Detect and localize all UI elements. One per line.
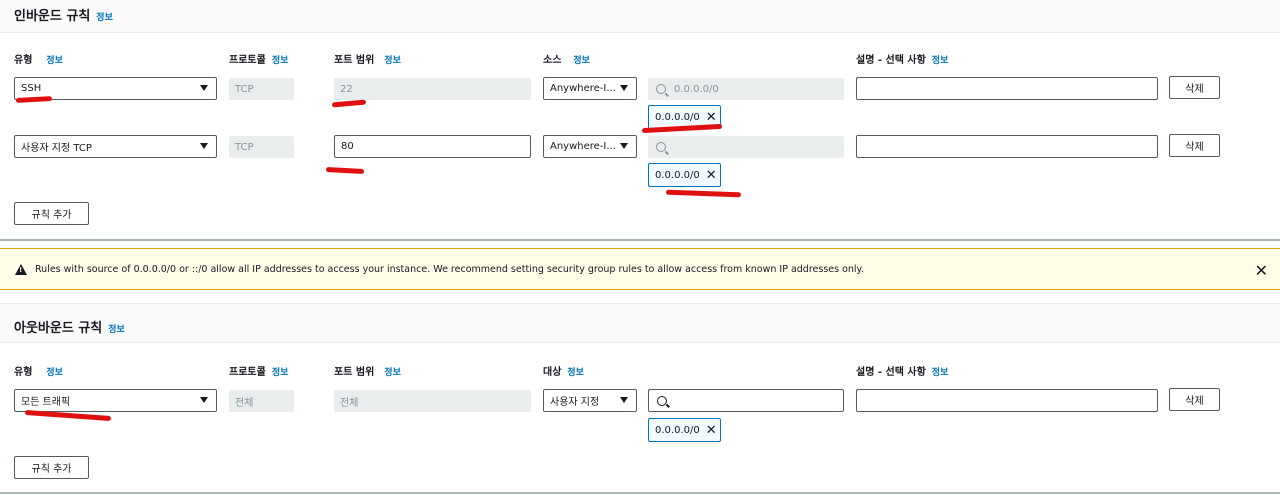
chevron-down-icon xyxy=(200,397,208,403)
outbound-info-link[interactable]: 정보 xyxy=(108,322,125,335)
rule2-type-select[interactable]: 사용자 지정 TCP xyxy=(14,135,217,158)
port-info-link[interactable]: 정보 xyxy=(384,368,401,378)
out-rule1-description-input[interactable] xyxy=(856,389,1158,412)
port-info-link[interactable]: 정보 xyxy=(384,56,401,66)
out-rule1-destination-select[interactable]: 사용자 지정 xyxy=(543,389,637,412)
rule2-protocol: TCP xyxy=(229,136,294,158)
out-col-description: 설명 - 선택 사항 정보 xyxy=(856,367,949,378)
chevron-down-icon xyxy=(620,143,628,149)
annotation-underline xyxy=(15,96,53,103)
col-type: 유형 정보 xyxy=(14,55,63,66)
open-cidr-warning: Rules with source of 0.0.0.0/0 or ::/0 a… xyxy=(0,248,1280,290)
out-col-destination: 대상 정보 xyxy=(543,367,584,378)
out-rule1-cidr-token: 0.0.0.0/0 ✕ xyxy=(648,418,721,442)
annotation-underline xyxy=(331,99,367,108)
rule2-description-input[interactable] xyxy=(856,135,1158,158)
rule1-cidr-search[interactable]: 0.0.0.0/0 xyxy=(648,78,844,100)
source-info-link[interactable]: 정보 xyxy=(573,56,590,66)
chevron-down-icon xyxy=(200,143,208,149)
outbound-add-rule-button[interactable]: 규칙 추가 xyxy=(14,456,89,479)
annotation-underline xyxy=(665,189,742,198)
bottom-divider xyxy=(0,492,1280,494)
rule1-protocol: TCP xyxy=(229,78,294,100)
type-info-link[interactable]: 정보 xyxy=(46,368,63,378)
out-rule1-protocol: 전체 xyxy=(229,390,294,412)
rule1-description-input[interactable] xyxy=(856,77,1158,100)
search-icon xyxy=(656,84,666,94)
close-icon[interactable]: ✕ xyxy=(1255,261,1268,280)
warning-icon xyxy=(15,263,27,275)
out-col-port-range: 포트 범위 정보 xyxy=(334,367,401,378)
rule2-port-input[interactable]: 80 xyxy=(334,135,531,158)
destination-info-link[interactable]: 정보 xyxy=(567,368,584,378)
type-info-link[interactable]: 정보 xyxy=(46,56,63,66)
close-icon[interactable]: ✕ xyxy=(706,168,717,183)
rule2-source-select[interactable]: Anywhere-I... xyxy=(543,135,637,158)
search-icon xyxy=(657,395,667,406)
outbound-section-header: 아웃바운드 규칙 정보 xyxy=(14,317,125,336)
rule2-cidr-token: 0.0.0.0/0 ✕ xyxy=(648,163,721,187)
close-icon[interactable]: ✕ xyxy=(706,423,717,438)
inbound-section-header: 인바운드 규칙 정보 xyxy=(14,5,113,24)
inbound-add-rule-button[interactable]: 규칙 추가 xyxy=(14,202,89,225)
rule1-source-select[interactable]: Anywhere-I... xyxy=(543,77,637,100)
col-source: 소스 정보 xyxy=(543,55,590,66)
inbound-header-bar xyxy=(0,0,1280,33)
out-rule1-type-select[interactable]: 모든 트래픽 xyxy=(14,389,217,412)
rule1-delete-button[interactable]: 삭제 xyxy=(1169,76,1220,99)
chevron-down-icon xyxy=(620,85,628,91)
chevron-down-icon xyxy=(620,397,628,403)
outbound-title: 아웃바운드 규칙 xyxy=(14,321,103,336)
rule1-port: 22 xyxy=(334,78,531,100)
protocol-info-link[interactable]: 정보 xyxy=(272,368,289,378)
col-description: 설명 - 선택 사항 정보 xyxy=(856,55,949,66)
out-col-type: 유형 정보 xyxy=(14,367,63,378)
out-rule1-delete-button[interactable]: 삭제 xyxy=(1169,388,1220,411)
col-port-range: 포트 범위 정보 xyxy=(334,55,401,66)
out-col-protocol: 프로토콜 정보 xyxy=(229,367,289,378)
inbound-info-link[interactable]: 정보 xyxy=(96,10,113,23)
description-info-link[interactable]: 정보 xyxy=(932,56,949,66)
description-info-link[interactable]: 정보 xyxy=(932,368,949,378)
col-protocol: 프로토콜 정보 xyxy=(229,55,289,66)
warning-text: Rules with source of 0.0.0.0/0 or ::/0 a… xyxy=(35,263,864,275)
protocol-info-link[interactable]: 정보 xyxy=(272,56,289,66)
annotation-underline xyxy=(325,167,365,174)
section-divider xyxy=(0,239,1280,241)
chevron-down-icon xyxy=(200,85,208,91)
rule2-cidr-search[interactable] xyxy=(648,136,844,158)
out-rule1-cidr-search[interactable] xyxy=(648,389,844,412)
out-rule1-port: 전체 xyxy=(334,390,531,412)
outbound-header-bar xyxy=(0,303,1280,343)
rule2-delete-button[interactable]: 삭제 xyxy=(1169,134,1220,157)
close-icon[interactable]: ✕ xyxy=(706,110,717,125)
inbound-title: 인바운드 규칙 xyxy=(14,9,91,24)
search-icon xyxy=(656,142,666,152)
